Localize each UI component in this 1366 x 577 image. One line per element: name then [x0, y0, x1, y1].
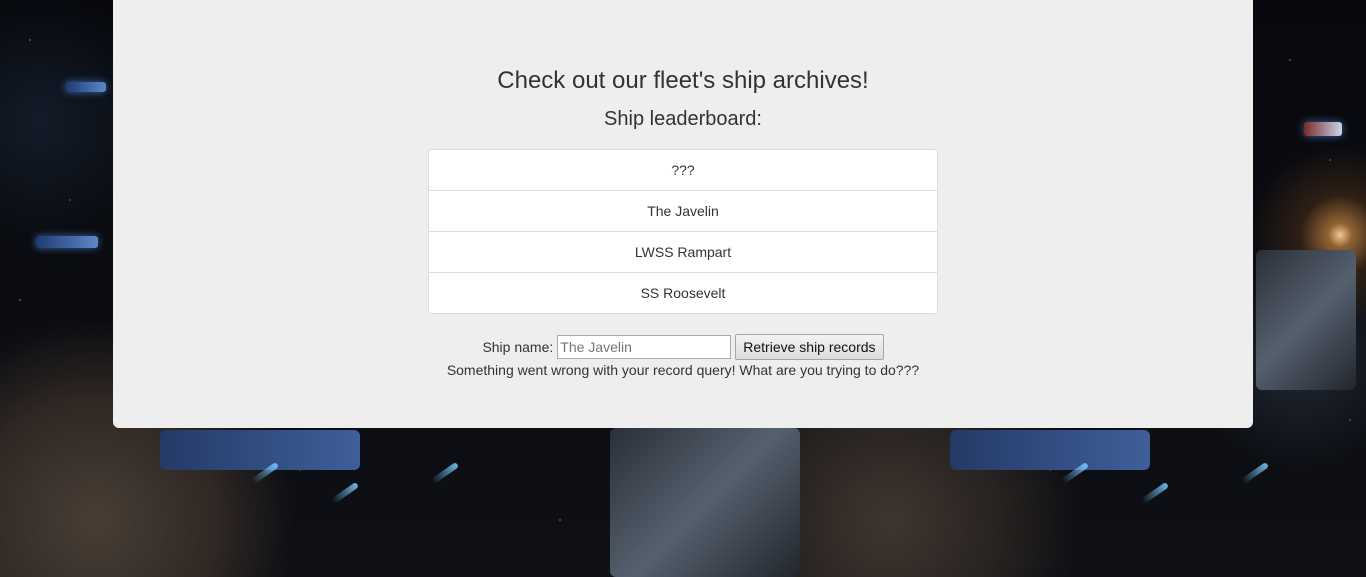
background-ship-top-left	[66, 82, 106, 92]
leaderboard-heading: Ship leaderboard:	[604, 108, 762, 130]
ship-leaderboard: ??? The Javelin LWSS Rampart SS Roosevel…	[428, 149, 938, 314]
error-message: Something went wrong with your record qu…	[446, 362, 920, 378]
background-station-left	[160, 430, 360, 470]
ship-name-label: Ship name:	[482, 339, 554, 355]
retrieve-records-button[interactable]: Retrieve ship records	[735, 334, 884, 360]
leaderboard-item: LWSS Rampart	[429, 231, 937, 272]
background-cruiser-right	[1256, 250, 1356, 390]
background-cruiser-center	[610, 428, 800, 577]
archive-panel: Check out our fleet's ship archives! Shi…	[113, 0, 1253, 428]
leaderboard-item: SS Roosevelt	[429, 272, 937, 313]
background-station-right	[950, 430, 1150, 470]
leaderboard-item: ???	[671, 162, 695, 178]
page-title: Check out our fleet's ship archives!	[497, 67, 869, 94]
ship-query-form: Ship name: Retrieve ship records	[113, 334, 1253, 360]
ship-name-input[interactable]	[557, 335, 732, 359]
background-ship-left	[36, 236, 98, 248]
leaderboard-item: The Javelin	[429, 190, 937, 231]
background-ship-right	[1304, 122, 1342, 136]
